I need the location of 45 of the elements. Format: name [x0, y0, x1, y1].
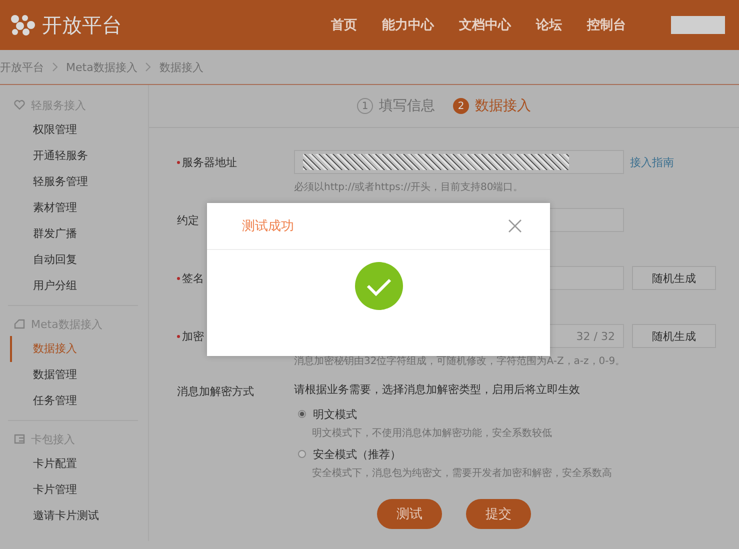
sidebar-item[interactable]: 卡片配置: [10, 451, 138, 477]
hint-text: 必须以http://或者https://开头，目前支持80端口。: [294, 180, 524, 194]
nav-link[interactable]: 控制台: [587, 16, 626, 34]
radio-option[interactable]: 安全模式（推荐）: [298, 446, 401, 462]
input-field[interactable]: [294, 150, 624, 174]
logo-text: 开放平台: [42, 12, 122, 38]
sidebar-item[interactable]: 任务管理: [10, 388, 138, 414]
nav-link[interactable]: 文档中心: [459, 16, 511, 34]
sidebar-item[interactable]: 权限管理: [10, 117, 138, 143]
nav-link[interactable]: 能力中心: [382, 16, 434, 34]
nav-link[interactable]: 首页: [331, 16, 357, 34]
tag-icon: [14, 319, 25, 329]
field-label: 签名: [182, 270, 204, 286]
sidebar-item[interactable]: 自动回复: [10, 247, 138, 273]
sidebar-item[interactable]: 开通轻服务: [10, 143, 138, 169]
sidebar-item[interactable]: 群发广播: [10, 221, 138, 247]
sidebar-item[interactable]: 卡片管理: [10, 477, 138, 503]
generate-button[interactable]: 随机生成: [632, 324, 716, 348]
action-button[interactable]: 测试: [377, 499, 442, 529]
char-counter: 32 / 32: [576, 330, 615, 342]
chevron-icon: [52, 62, 58, 72]
sidebar-item[interactable]: 数据管理: [10, 362, 138, 388]
sidebar-item[interactable]: 轻服务管理: [10, 169, 138, 195]
option-description: 安全模式下，消息包为纯密文，需要开发者加密和解密，安全系数高: [312, 466, 612, 480]
card-icon: [14, 434, 25, 444]
sidebar-item[interactable]: 邀请卡片测试: [10, 503, 138, 529]
field-label: 加密: [182, 328, 204, 344]
chevron-icon: [145, 62, 152, 72]
instruction-text: 请根据业务需要，选择消息加解密类型，启用后将立即生效: [294, 382, 581, 397]
option-description: 明文模式下，不使用消息体加解密功能，安全系数较低: [312, 426, 553, 440]
close-icon[interactable]: [508, 219, 522, 233]
field-label: 消息加解密方式: [177, 384, 255, 400]
logo-icon: [10, 14, 36, 36]
radio-option[interactable]: 明文模式: [298, 406, 357, 422]
nav-link[interactable]: 论坛: [536, 16, 562, 34]
sidebar-item[interactable]: 素材管理: [10, 195, 138, 221]
field-label: 服务器地址: [182, 154, 237, 170]
dialog-title: 测试成功: [242, 218, 294, 235]
field-label: 约定: [177, 212, 199, 228]
generate-button[interactable]: 随机生成: [632, 266, 716, 290]
avatar-placeholder: [671, 16, 725, 34]
action-button[interactable]: 提交: [466, 499, 531, 529]
hint-text: 消息加密秘钥由32位字符组成，可随机修改，字符范围为A-Z，a-z，0-9。: [294, 355, 626, 368]
heart-icon: [14, 100, 25, 110]
sidebar-item[interactable]: 用户分组: [10, 273, 138, 299]
